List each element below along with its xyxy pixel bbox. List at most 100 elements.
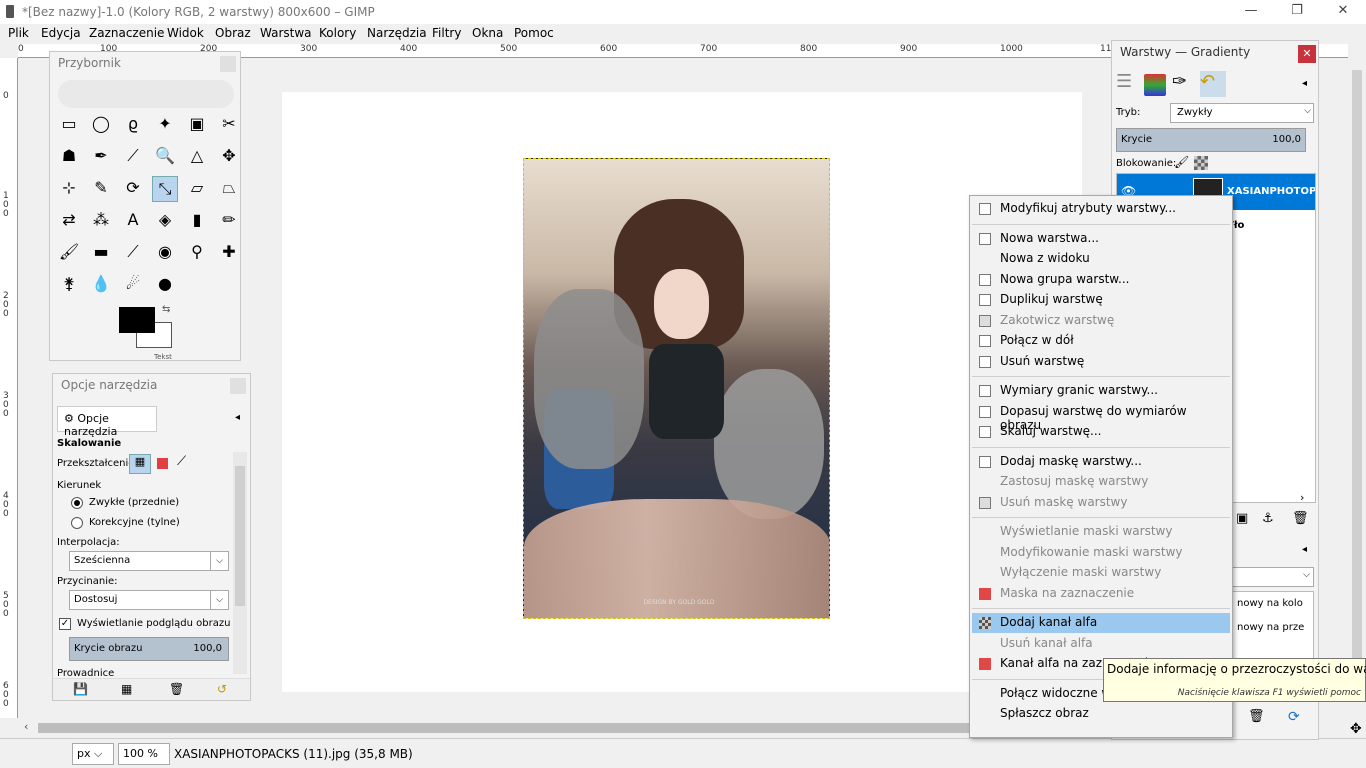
transform-selection-icon[interactable] <box>157 458 168 469</box>
menu-item[interactable]: Dodaj maskę warstwy... <box>972 452 1230 472</box>
menu-item[interactable]: Usuń warstwę <box>972 352 1230 372</box>
dodge-burn-icon[interactable]: ● <box>152 272 178 298</box>
swap-colors-icon[interactable]: ⇆ <box>162 304 170 315</box>
brushes-select[interactable]: ⌵ <box>1232 567 1314 587</box>
menu-item[interactable]: Nowa z widoku <box>972 249 1230 269</box>
menu-filtry[interactable]: Filtry <box>432 26 461 40</box>
scroll-right-icon[interactable]: › <box>1300 491 1304 504</box>
flip-icon[interactable]: ⇄ <box>56 208 82 234</box>
menu-item[interactable]: Wyłączenie maski warstwy <box>972 563 1230 583</box>
lock-pixels-icon[interactable]: 🖌 <box>1174 155 1189 169</box>
restore-options-icon[interactable]: ▦ <box>121 682 132 696</box>
tab-menu-icon[interactable]: ◂ <box>235 412 240 423</box>
transform-path-icon[interactable]: ⟋ <box>177 454 186 469</box>
menu-pomoc[interactable]: Pomoc <box>514 26 554 40</box>
rotate-icon[interactable]: ⟳ <box>120 176 146 202</box>
menu-warstwa[interactable]: Warstwa <box>260 26 312 40</box>
save-options-icon[interactable]: 💾 <box>73 682 88 696</box>
menu-item[interactable]: Dopasuj warstwę do wymiarów obrazu <box>972 402 1230 432</box>
clone-icon[interactable]: ⚲ <box>184 240 210 266</box>
cage-icon[interactable]: ⁂ <box>88 208 114 234</box>
toolbox-close-button[interactable] <box>220 56 236 72</box>
bucket-fill-icon[interactable]: ◈ <box>152 208 178 234</box>
clipping-select[interactable]: Dostosuj ⌵ <box>69 590 229 610</box>
layers-close-icon[interactable]: ✕ <box>1298 45 1316 63</box>
color-select-icon[interactable]: ▣ <box>184 112 210 138</box>
menu-obraz[interactable]: Obraz <box>215 26 251 40</box>
undo-tab-icon[interactable]: ↶ <box>1200 71 1226 97</box>
menu-item[interactable]: Wymiary granic warstwy... <box>972 381 1230 401</box>
measure-icon[interactable]: △ <box>184 144 210 170</box>
paths-icon[interactable]: ✒ <box>88 144 114 170</box>
tool-presets-list[interactable]: nowy na kolo nowy na prze <box>1232 591 1314 661</box>
reset-options-icon[interactable]: ↺ <box>217 682 227 696</box>
menu-item[interactable]: Skaluj warstwę... <box>972 422 1230 442</box>
image-opacity-slider[interactable]: Krycie obrazu 100,0 <box>69 637 229 661</box>
tab-menu-icon[interactable]: ◂ <box>1302 544 1307 555</box>
menu-item[interactable]: Wyświetlanie maski warstwy <box>972 522 1230 542</box>
color-picker-icon[interactable]: ⟋ <box>120 144 146 170</box>
minimize-button[interactable]: — <box>1228 0 1274 24</box>
direction-normal-radio[interactable] <box>71 497 83 509</box>
perspective-icon[interactable]: ⏢ <box>216 176 242 202</box>
anchor-icon[interactable]: ⚓ <box>1262 511 1274 526</box>
rect-select-icon[interactable]: ▭ <box>56 112 82 138</box>
menu-zaznaczenie[interactable]: Zaznaczenie <box>89 26 164 40</box>
restore-button[interactable]: ❐ <box>1274 0 1320 24</box>
channels-tab-icon[interactable] <box>1144 74 1166 96</box>
direction-corrective-radio[interactable] <box>71 517 83 529</box>
blur-icon[interactable]: 💧 <box>88 272 114 298</box>
tool-options-close-button[interactable] <box>230 378 246 394</box>
menu-item[interactable]: Usuń kanał alfa <box>972 634 1230 654</box>
menu-item[interactable]: Połącz w dół <box>972 331 1230 351</box>
menu-item[interactable]: Usuń maskę warstwy <box>972 493 1230 513</box>
perspective-clone-icon[interactable]: ⚵ <box>56 272 82 298</box>
menu-item[interactable]: Spłaszcz obraz <box>972 704 1230 724</box>
menu-item[interactable]: Dodaj kanał alfa <box>972 613 1230 633</box>
fuzzy-select-icon[interactable]: ✦ <box>152 112 178 138</box>
photo-layer[interactable]: DESIGN BY GOLD GOLD <box>523 158 830 619</box>
ruler-vertical[interactable]: 0 100 200 300 400 500 600 <box>0 58 18 718</box>
menu-item[interactable]: Modyfikowanie maski warstwy <box>972 543 1230 563</box>
list-item[interactable]: nowy na prze <box>1237 622 1304 633</box>
shear-icon[interactable]: ▱ <box>184 176 210 202</box>
menu-item[interactable]: Maska na zaznaczenie <box>972 584 1230 604</box>
paintbrush-icon[interactable]: 🖌 <box>56 240 82 266</box>
heal-icon[interactable]: ✚ <box>216 240 242 266</box>
crop-icon[interactable]: ✎ <box>88 176 114 202</box>
tab-tool-options[interactable]: ⚙ Opcje narzędzia <box>57 406 157 438</box>
navigate-icon[interactable]: ✥ <box>1350 721 1362 737</box>
zoom-select[interactable]: 100 % <box>118 743 170 765</box>
unit-select[interactable]: px ⌵ <box>72 743 114 765</box>
scrollbar-thumb[interactable] <box>235 466 245 606</box>
mode-select[interactable]: Zwykły ⌵ <box>1170 103 1314 123</box>
menu-narzedzia[interactable]: Narzędzia <box>367 26 427 40</box>
ink-icon[interactable]: ◉ <box>152 240 178 266</box>
layer-to-image-icon[interactable]: ▣ <box>1236 511 1248 526</box>
pencil-icon[interactable]: ✏ <box>216 208 242 234</box>
preview-checkbox[interactable]: ✓ <box>59 618 71 630</box>
delete-layer-icon[interactable]: 🗑 <box>1292 511 1309 526</box>
menu-item[interactable]: Nowa grupa warstw... <box>972 270 1230 290</box>
delete-preset-icon[interactable]: 🗑 <box>1248 709 1265 724</box>
scroll-left-icon[interactable]: ‹ <box>24 720 28 733</box>
blend-icon[interactable]: ▮ <box>184 208 210 234</box>
scale-icon[interactable]: ⤡ <box>152 176 178 202</box>
scissors-icon[interactable]: ✂ <box>216 112 242 138</box>
move-icon[interactable]: ✥ <box>216 144 242 170</box>
tool-options-scrollbar[interactable] <box>233 452 247 674</box>
vertical-scrollbar[interactable] <box>1348 44 1366 718</box>
menu-item[interactable]: Nowa warstwa... <box>972 229 1230 249</box>
refresh-icon[interactable]: ⟳ <box>1288 709 1300 725</box>
tab-menu-icon[interactable]: ◂ <box>1302 78 1307 89</box>
align-icon[interactable]: ⊹ <box>56 176 82 202</box>
menu-widok[interactable]: Widok <box>167 26 204 40</box>
list-item[interactable]: nowy na kolo <box>1237 598 1303 609</box>
menu-item[interactable]: Duplikuj warstwę <box>972 290 1230 310</box>
menu-okna[interactable]: Okna <box>472 26 503 40</box>
foreground-select-icon[interactable]: ☗ <box>56 144 82 170</box>
foreground-color-swatch[interactable] <box>119 307 155 333</box>
menu-item[interactable]: Zakotwicz warstwę <box>972 311 1230 331</box>
text-icon[interactable]: A <box>120 208 146 234</box>
layer-opacity-slider[interactable]: Krycie 100,0 <box>1116 128 1306 152</box>
